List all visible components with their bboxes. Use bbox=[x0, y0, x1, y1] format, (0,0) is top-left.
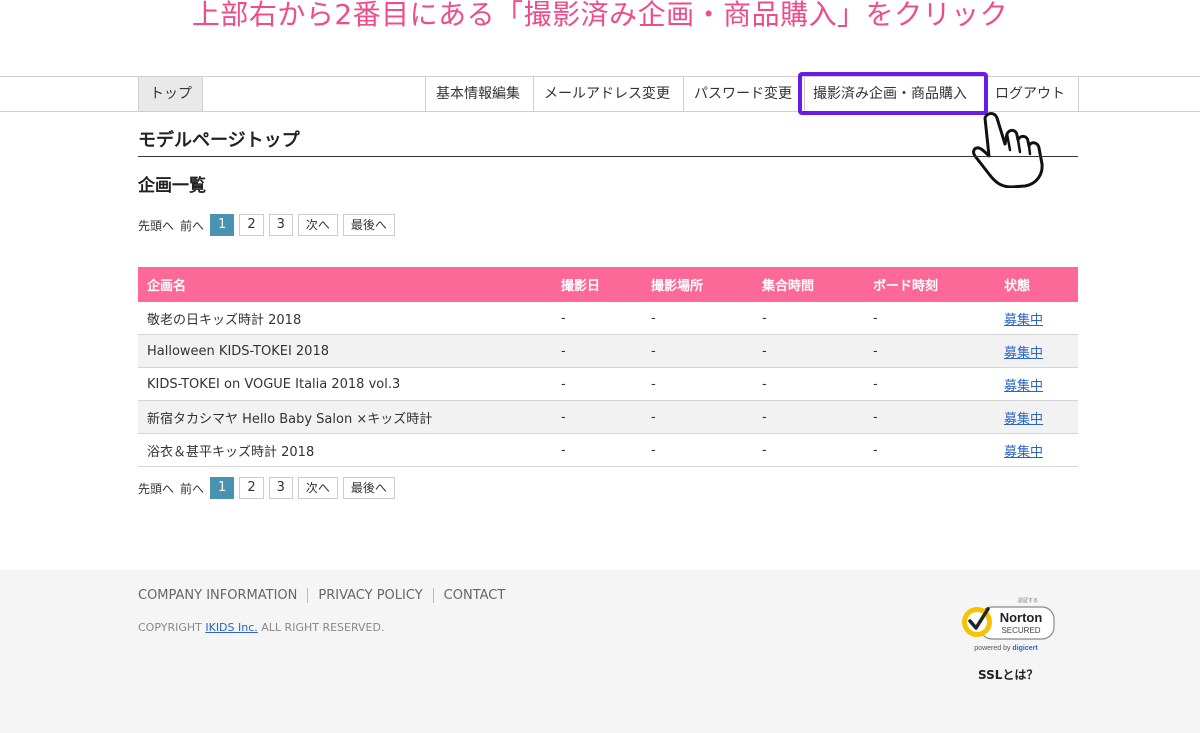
highlight-box bbox=[798, 72, 988, 115]
cell-shoot-date: - bbox=[561, 310, 566, 326]
ssl-info-link[interactable]: SSLとは？ bbox=[978, 666, 1038, 683]
table-row: 浴衣＆甚平キッズ時計 2018 - - - - 募集中 bbox=[138, 434, 1078, 467]
header-meeting-time: 集合時間 bbox=[762, 279, 815, 294]
norton-powered: powered by bbox=[974, 645, 1012, 652]
status-link[interactable]: 募集中 bbox=[995, 408, 1078, 427]
cell-meeting-time: - bbox=[762, 376, 767, 392]
table-row: 敬老の日キッズ時計 2018 - - - - 募集中 bbox=[138, 302, 1078, 335]
pagination-bottom: 先頭へ 前へ 1 2 3 次へ 最後へ bbox=[138, 477, 400, 499]
cell-board-time: - bbox=[873, 376, 878, 392]
table-row: KIDS-TOKEI on VOGUE Italia 2018 vol.3 - … bbox=[138, 368, 1078, 401]
copyright: COPYRIGHT IKIDS Inc. ALL RIGHT RESERVED. bbox=[138, 621, 384, 634]
section-title: 企画一覧 bbox=[138, 176, 206, 196]
cell-board-time: - bbox=[873, 310, 878, 326]
status-link[interactable]: 募集中 bbox=[995, 342, 1078, 361]
pager-last[interactable]: 最後へ bbox=[342, 477, 395, 499]
pager-next[interactable]: 次へ bbox=[297, 477, 338, 499]
nav-email-change[interactable]: メールアドレス変更 bbox=[533, 77, 683, 111]
table-header: 企画名 撮影日 撮影場所 集合時間 ボード時刻 状態 bbox=[138, 267, 1078, 302]
cell-project-name: KIDS-TOKEI on VOGUE Italia 2018 vol.3 bbox=[147, 376, 401, 392]
cell-board-time: - bbox=[873, 343, 878, 359]
cell-shoot-location: - bbox=[651, 442, 656, 458]
pager-page-3[interactable]: 3 bbox=[268, 214, 293, 236]
status-link[interactable]: 募集中 bbox=[995, 375, 1078, 394]
table-row: 新宿タカシマヤ Hello Baby Salon ×キッズ時計 - - - - … bbox=[138, 401, 1078, 434]
nav-top[interactable]: トップ bbox=[138, 77, 203, 111]
cell-shoot-location: - bbox=[651, 343, 656, 359]
footer-link-privacy[interactable]: PRIVACY POLICY bbox=[307, 588, 432, 603]
cell-shoot-date: - bbox=[561, 442, 566, 458]
table-row: Halloween KIDS-TOKEI 2018 - - - - 募集中 bbox=[138, 335, 1078, 368]
pager-first[interactable]: 先頭へ bbox=[138, 217, 174, 234]
cell-project-name: 敬老の日キッズ時計 2018 bbox=[147, 312, 302, 328]
cell-project-name: Halloween KIDS-TOKEI 2018 bbox=[147, 343, 329, 359]
instruction-caption: 上部右から2番目にある「撮影済み企画・商品購入」をクリック bbox=[191, 0, 1009, 31]
cell-meeting-time: - bbox=[762, 409, 767, 425]
cell-project-name: 浴衣＆甚平キッズ時計 2018 bbox=[147, 444, 315, 460]
copyright-suffix: ALL RIGHT RESERVED. bbox=[257, 621, 385, 634]
cell-shoot-location: - bbox=[651, 409, 656, 425]
status-link[interactable]: 募集中 bbox=[995, 309, 1078, 328]
footer: COMPANY INFORMATION PRIVACY POLICY CONTA… bbox=[0, 570, 1200, 733]
header-shoot-location: 撮影場所 bbox=[651, 279, 704, 294]
pager-last[interactable]: 最後へ bbox=[342, 214, 395, 236]
company-link[interactable]: IKIDS Inc. bbox=[205, 621, 257, 634]
nav-password-change[interactable]: パスワード変更 bbox=[683, 77, 804, 111]
header-project-name: 企画名 bbox=[147, 279, 187, 294]
cell-shoot-date: - bbox=[561, 343, 566, 359]
footer-links: COMPANY INFORMATION PRIVACY POLICY CONTA… bbox=[138, 588, 515, 603]
cell-project-name: 新宿タカシマヤ Hello Baby Salon ×キッズ時計 bbox=[147, 411, 433, 427]
header-status: 状態 bbox=[1004, 279, 1031, 294]
pager-page-3[interactable]: 3 bbox=[268, 477, 293, 499]
pager-page-1[interactable]: 1 bbox=[210, 477, 235, 499]
cell-shoot-location: - bbox=[651, 376, 656, 392]
cell-board-time: - bbox=[873, 409, 878, 425]
footer-link-company[interactable]: COMPANY INFORMATION bbox=[138, 588, 307, 603]
cell-board-time: - bbox=[873, 442, 878, 458]
pager-page-2[interactable]: 2 bbox=[239, 477, 264, 499]
norton-secured-text: SECURED bbox=[1001, 626, 1040, 635]
pager-next[interactable]: 次へ bbox=[297, 214, 338, 236]
pagination-top: 先頭へ 前へ 1 2 3 次へ 最後へ bbox=[138, 214, 400, 236]
cell-shoot-date: - bbox=[561, 376, 566, 392]
cell-meeting-time: - bbox=[762, 310, 767, 326]
status-link[interactable]: 募集中 bbox=[995, 441, 1078, 460]
pager-first[interactable]: 先頭へ bbox=[138, 480, 174, 497]
header-board-time: ボード時刻 bbox=[873, 279, 939, 294]
cell-meeting-time: - bbox=[762, 343, 767, 359]
cell-shoot-location: - bbox=[651, 310, 656, 326]
norton-name: Norton bbox=[1000, 610, 1043, 625]
header-shoot-date: 撮影日 bbox=[561, 279, 601, 294]
pager-page-2[interactable]: 2 bbox=[239, 214, 264, 236]
svg-text:powered by digicert: powered by digicert bbox=[974, 645, 1038, 652]
pager-page-1[interactable]: 1 bbox=[210, 214, 235, 236]
cell-shoot-date: - bbox=[561, 409, 566, 425]
norton-secured-badge[interactable]: 認証する Norton SECURED powered by digicert bbox=[958, 597, 1058, 657]
copyright-prefix: COPYRIGHT bbox=[138, 621, 206, 634]
project-table: 企画名 撮影日 撮影場所 集合時間 ボード時刻 状態 敬老の日キッズ時計 201… bbox=[138, 267, 1078, 467]
norton-small-label: 認証する bbox=[1018, 597, 1038, 604]
page-title: モデルページトップ bbox=[138, 128, 1078, 157]
cell-meeting-time: - bbox=[762, 442, 767, 458]
footer-link-contact[interactable]: CONTACT bbox=[432, 588, 516, 603]
norton-digicert: digicert bbox=[1012, 645, 1038, 652]
pager-prev[interactable]: 前へ bbox=[180, 217, 204, 234]
nav-basic-info-edit[interactable]: 基本情報編集 bbox=[425, 77, 533, 111]
pager-prev[interactable]: 前へ bbox=[180, 480, 204, 497]
